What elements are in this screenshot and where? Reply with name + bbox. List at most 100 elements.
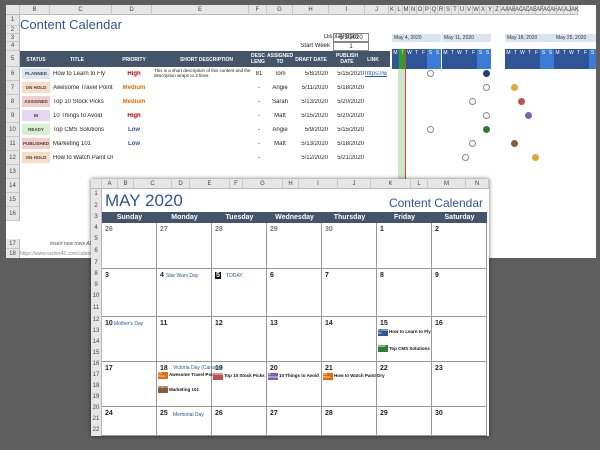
column-header[interactable]: E: [190, 179, 230, 189]
calendar-day-cell[interactable]: 26: [102, 223, 157, 269]
title-cell[interactable]: Awesome Travel Points: [53, 85, 113, 91]
column-header[interactable]: J: [338, 179, 371, 189]
title-cell[interactable]: Marketing 101: [53, 141, 113, 147]
column-header[interactable]: D: [112, 5, 152, 15]
calendar-day-cell[interactable]: 3: [102, 269, 157, 317]
gantt-marker[interactable]: [482, 68, 491, 80]
publish-date-cell[interactable]: 5/18/2020: [330, 141, 364, 147]
calendar-day-cell[interactable]: 30: [322, 223, 377, 269]
draft-date-cell[interactable]: 5/8/2020: [294, 71, 328, 77]
calendar-day-cell[interactable]: 27: [267, 407, 322, 436]
gantt-marker[interactable]: [482, 124, 491, 136]
column-header[interactable]: P: [424, 5, 431, 15]
column-header[interactable]: AG: [543, 5, 552, 15]
row-header[interactable]: 22: [91, 425, 102, 436]
calendar-day-cell[interactable]: 13: [267, 317, 322, 362]
event-top-10-stock-picks[interactable]: Top 10 Stock Picks: [224, 373, 265, 378]
column-header[interactable]: AA: [501, 5, 509, 15]
header-priority[interactable]: PRIORITY: [114, 57, 154, 63]
row-header[interactable]: 15: [6, 193, 20, 207]
calendar-day-cell[interactable]: 27: [157, 223, 212, 269]
publish-date-cell[interactable]: 5/18/2020: [330, 85, 364, 91]
status-cell[interactable]: ON HOLD: [22, 152, 50, 163]
calendar-day-cell[interactable]: 6: [267, 269, 322, 317]
publish-date-cell[interactable]: 5/21/2020: [330, 155, 364, 161]
draft-date-cell[interactable]: 5/13/2020: [294, 141, 328, 147]
column-header[interactable]: E: [152, 5, 249, 15]
link-cell[interactable]: https://ww: [365, 71, 387, 77]
column-header[interactable]: AB: [508, 5, 516, 15]
title-cell[interactable]: How to Learn to Fly: [53, 71, 113, 77]
calendar-day-cell[interactable]: 24: [102, 407, 157, 436]
draft-date-cell[interactable]: 5/12/2020: [294, 155, 328, 161]
calendar-day-cell[interactable]: 28: [322, 407, 377, 436]
gantt-marker[interactable]: [468, 138, 477, 150]
status-cell[interactable]: READY: [22, 124, 50, 135]
event-how-to-learn-to-fly[interactable]: How to Learn to Fly: [389, 329, 431, 334]
column-header[interactable]: D: [172, 179, 190, 189]
description-cell[interactable]: This is a short description of this cont…: [154, 68, 259, 78]
row-header[interactable]: 2: [91, 200, 102, 212]
start-week-input[interactable]: 1: [333, 42, 369, 51]
column-header[interactable]: X: [480, 5, 487, 15]
row-header[interactable]: 3: [91, 212, 102, 223]
row-header[interactable]: 5: [91, 234, 102, 245]
draft-date-cell[interactable]: 5/11/2020: [294, 85, 328, 91]
draft-date-cell[interactable]: 5/13/2020: [294, 99, 328, 105]
row-header[interactable]: 3: [6, 34, 20, 42]
column-header[interactable]: G: [267, 5, 293, 15]
status-cell[interactable]: ASSIGNED: [22, 96, 50, 107]
calendar-day-cell[interactable]: 22: [377, 362, 432, 407]
display-start-input[interactable]: 5/5/2020: [333, 33, 369, 42]
row-header[interactable]: 2: [6, 26, 20, 34]
column-header[interactable]: J: [365, 5, 389, 15]
row-header[interactable]: 15: [91, 348, 102, 359]
calendar-day-cell[interactable]: 12: [212, 317, 267, 362]
gantt-marker[interactable]: [426, 68, 435, 80]
column-header[interactable]: R: [438, 5, 445, 15]
row-header[interactable]: 11: [6, 137, 20, 151]
column-header[interactable]: G: [243, 179, 283, 189]
row-header[interactable]: 11: [91, 302, 102, 314]
row-header[interactable]: 16: [6, 207, 20, 221]
calendar-day-cell[interactable]: 29: [267, 223, 322, 269]
draft-date-cell[interactable]: 5/15/2020: [294, 113, 328, 119]
row-header[interactable]: 10: [91, 291, 102, 302]
priority-cell[interactable]: High: [116, 71, 152, 77]
column-header[interactable]: V: [466, 5, 473, 15]
row-header[interactable]: 18: [6, 249, 20, 258]
header-link[interactable]: LINK: [362, 57, 384, 63]
title-cell[interactable]: Top CMS Solutions: [53, 127, 113, 133]
header-description[interactable]: SHORT DESCRIPTION: [154, 57, 259, 63]
title-cell[interactable]: 10 Things to Avoid: [53, 113, 113, 119]
row-header[interactable]: 4: [6, 42, 20, 51]
row-header[interactable]: 5: [6, 51, 20, 67]
priority-cell[interactable]: High: [116, 113, 152, 119]
column-header[interactable]: W: [473, 5, 480, 15]
row-header[interactable]: 9: [6, 109, 20, 123]
assigned-cell[interactable]: Matt: [268, 113, 292, 119]
gantt-marker[interactable]: [510, 138, 519, 150]
assigned-cell[interactable]: Angie: [268, 85, 292, 91]
row-header[interactable]: 17: [91, 370, 102, 381]
priority-cell[interactable]: Medium: [116, 99, 152, 105]
gantt-marker[interactable]: [461, 152, 470, 164]
row-header[interactable]: 13: [6, 165, 20, 179]
row-header[interactable]: 13: [91, 326, 102, 337]
row-header[interactable]: 8: [91, 269, 102, 280]
publish-date-cell[interactable]: 5/15/2020: [330, 127, 364, 133]
column-header[interactable]: S: [445, 5, 452, 15]
draft-date-cell[interactable]: 5/9/2020: [294, 127, 328, 133]
calendar-day-cell[interactable]: 14: [322, 317, 377, 362]
row-header[interactable]: 9: [91, 280, 102, 291]
publish-date-cell[interactable]: 5/20/2020: [330, 99, 364, 105]
column-header[interactable]: N: [410, 5, 417, 15]
title-cell[interactable]: Top 10 Stock Picks: [53, 99, 113, 105]
column-header[interactable]: AJ: [564, 5, 571, 15]
calendar-day-cell[interactable]: 1: [377, 223, 432, 269]
column-header[interactable]: A: [102, 179, 118, 189]
column-header[interactable]: K: [389, 5, 396, 15]
column-header[interactable]: L: [411, 179, 428, 189]
header-draft-date[interactable]: DRAFT DATE: [293, 57, 329, 63]
row-header[interactable]: 17: [6, 239, 20, 249]
